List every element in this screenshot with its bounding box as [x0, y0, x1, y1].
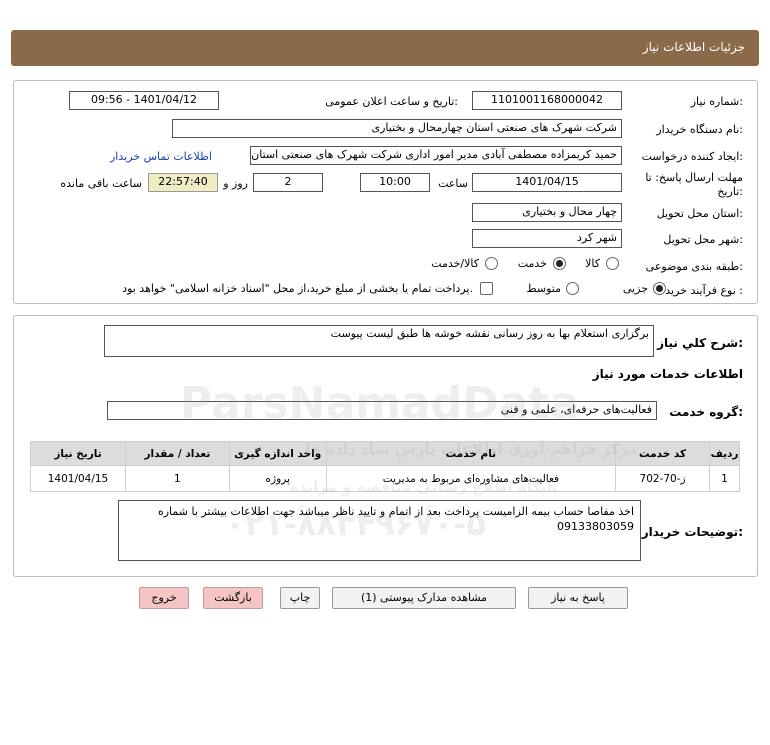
remaining-days-field: 2	[253, 173, 323, 192]
col-date-header: تاریخ نیاز	[30, 441, 126, 466]
announce-datetime-field: 1401/04/12 - 09:56	[69, 91, 219, 110]
buyer-org-label: نام دستگاه خریدار:	[656, 123, 743, 136]
buyer-notes-field: اخذ مفاصا حساب بیمه الزامیست پرداخت بعد …	[118, 500, 641, 561]
deadline-label: مهلت ارسال پاسخ: تا	[645, 171, 743, 184]
back-button[interactable]: بازگشت	[203, 587, 263, 609]
need-number-label: شماره نیاز:	[690, 95, 743, 108]
need-summary-label: شرح کلي نياز:	[657, 336, 743, 350]
services-table: ردیف کد خدمت نام خدمت واحد اندازه گیری ت…	[30, 441, 740, 492]
days-label: روز و	[223, 177, 248, 190]
cell-unit: پروژه	[228, 465, 327, 492]
process-medium-radio[interactable]	[566, 282, 579, 295]
need-number-field: 1101001168000042	[472, 91, 622, 110]
page-title-bar: جزئیات اطلاعات نیاز	[11, 30, 759, 66]
buyer-notes-label: توضیحات خریدار:	[641, 525, 743, 539]
services-table-container: ردیف کد خدمت نام خدمت واحد اندازه گیری ت…	[30, 441, 740, 492]
process-minor-label: جزیی	[622, 282, 648, 295]
category-goods-label: کالا	[585, 257, 600, 270]
buyer-contact-link[interactable]: اطلاعات تماس خریدار	[110, 150, 212, 163]
process-medium-label: متوسط	[526, 282, 561, 295]
treasury-payment-checkbox[interactable]	[480, 282, 493, 295]
delivery-city-field: شهر کرد	[472, 229, 622, 248]
col-unit-header: واحد اندازه گیری	[228, 441, 327, 466]
table-header-row: ردیف کد خدمت نام خدمت واحد اندازه گیری ت…	[30, 441, 740, 466]
services-info-header: اطلاعات خدمات مورد نیاز	[592, 367, 743, 381]
remaining-time-field: 22:57:40	[148, 173, 218, 192]
cell-qty: 1	[124, 465, 230, 492]
col-qty-header: تعداد / مقدار	[124, 441, 230, 466]
cell-date: 1401/04/15	[30, 465, 126, 492]
col-name-header: نام خدمت	[325, 441, 617, 466]
request-creator-field: حمید کریمزاده مصطفی آبادی مدیر امور ادار…	[250, 146, 622, 165]
deadline-time-label: ساعت	[438, 177, 468, 190]
print-button[interactable]: چاپ	[280, 587, 320, 609]
service-group-field: فعالیت‌های حرفه‌ای، علمی و فنی	[107, 401, 657, 420]
deadline-time-field: 10:00	[360, 173, 430, 192]
need-summary-field: برگزاری استعلام بها به روز رسانی نقشه خو…	[104, 325, 654, 357]
deadline-date-label: تاریخ:	[717, 185, 743, 198]
delivery-province-label: استان محل تحویل:	[656, 207, 743, 220]
col-code-header: کد خدمت	[615, 441, 711, 466]
exit-button[interactable]: خروج	[139, 587, 189, 609]
col-row-header: ردیف	[709, 441, 740, 466]
buyer-org-field: شرکت شهرک های صنعتی استان چهارمحال و بخت…	[172, 119, 622, 138]
delivery-province-field: چهار محال و بختیاری	[472, 203, 622, 222]
cell-code: ز-70-702	[615, 465, 711, 492]
remaining-time-label: ساعت باقی مانده	[60, 177, 142, 190]
category-goods-radio[interactable]	[606, 257, 619, 270]
cell-name: فعالیت‌های مشاوره‌ای مربوط به مدیریت	[325, 465, 617, 492]
view-attachments-button[interactable]: مشاهده مدارک پیوستی (1)	[332, 587, 516, 609]
table-row: 1 ز-70-702 فعالیت‌های مشاوره‌ای مربوط به…	[30, 465, 740, 492]
subject-category-label: طبقه بندی موضوعی:	[645, 260, 743, 273]
cell-row: 1	[709, 465, 740, 492]
reply-to-need-button[interactable]: پاسخ به نیاز	[528, 587, 628, 609]
delivery-city-label: شهر محل تحویل:	[663, 233, 743, 246]
category-goods-service-label: کالا/خدمت	[431, 257, 479, 270]
deadline-date-field: 1401/04/15	[472, 173, 622, 192]
treasury-payment-text: پرداخت تمام یا بخشی از مبلغ خرید،از محل …	[122, 282, 473, 295]
service-group-label: گروه خدمت:	[669, 405, 743, 419]
purchase-process-label: نوع فرآیند خرید :	[665, 284, 743, 297]
page-title: جزئیات اطلاعات نیاز	[642, 40, 745, 54]
request-creator-label: ایجاد کننده درخواست:	[641, 150, 743, 163]
announce-datetime-label: تاریخ و ساعت اعلان عمومی:	[325, 95, 458, 108]
category-service-label: خدمت	[517, 257, 547, 270]
process-minor-radio[interactable]	[653, 282, 666, 295]
category-goods-service-radio[interactable]	[485, 257, 498, 270]
category-service-radio[interactable]	[553, 257, 566, 270]
